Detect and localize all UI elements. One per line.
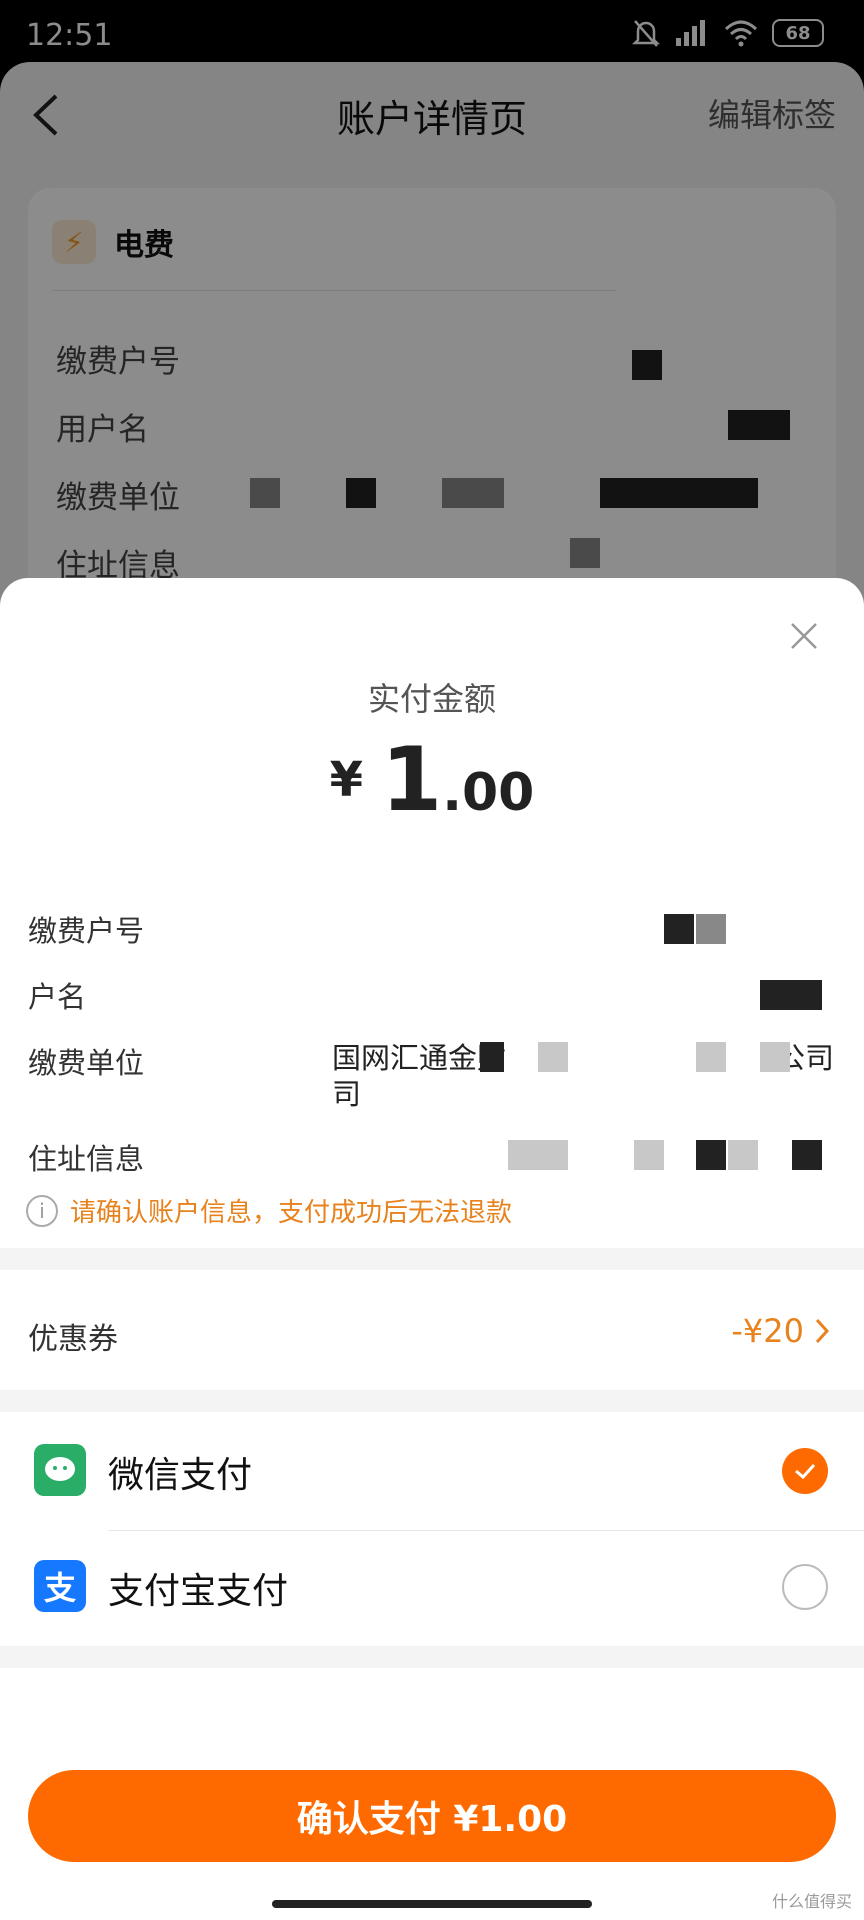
- info-unit-label: 缴费单位: [28, 1046, 145, 1080]
- confirm-pay-button[interactable]: 确认支付 ¥1.00: [28, 1770, 836, 1862]
- home-indicator[interactable]: [272, 1900, 592, 1908]
- chevron-right-icon: [815, 1318, 830, 1344]
- close-icon[interactable]: [786, 618, 822, 654]
- redacted-block: [696, 914, 726, 944]
- redacted-block: [728, 1140, 758, 1170]
- info-unit-value-line2: 司: [332, 1077, 362, 1111]
- redacted-block: [760, 1042, 790, 1072]
- alipay-icon: 支: [34, 1560, 86, 1612]
- redacted-block: [538, 1042, 568, 1072]
- redacted-block: [508, 1140, 568, 1170]
- wechat-pay-label: 微信支付: [108, 1455, 253, 1496]
- info-icon: i: [26, 1194, 58, 1227]
- redacted-block: [634, 1140, 664, 1170]
- amount-integer: 1: [381, 728, 443, 831]
- section-separator: [0, 1248, 864, 1270]
- redacted-block: [480, 1042, 504, 1072]
- wechat-pay-option[interactable]: 微信支付: [0, 1414, 864, 1528]
- alipay-label: 支付宝支付: [108, 1571, 289, 1612]
- payment-sheet: 实付金额 ¥1.00 缴费户号 户名 缴费单位 国网汇通金财 公司 司 住址信息…: [0, 578, 864, 1920]
- redacted-block: [696, 1140, 726, 1170]
- warning-tip: i 请确认账户信息，支付成功后无法退款: [26, 1192, 512, 1229]
- coupon-amount: -¥20: [731, 1312, 804, 1350]
- warning-text: 请确认账户信息，支付成功后无法退款: [70, 1198, 513, 1228]
- pay-amount: ¥1.00: [0, 728, 864, 831]
- info-name-label: 户名: [28, 980, 87, 1014]
- wechat-radio-checked[interactable]: [782, 1448, 828, 1494]
- redacted-block: [664, 914, 694, 944]
- alipay-option[interactable]: 支 支付宝支付: [0, 1530, 864, 1644]
- coupon-value[interactable]: -¥20: [731, 1312, 830, 1350]
- pay-amount-label: 实付金额: [367, 680, 496, 718]
- section-separator: [0, 1646, 864, 1668]
- check-icon: [795, 1463, 816, 1480]
- alipay-radio-unchecked[interactable]: [782, 1564, 828, 1610]
- wechat-icon: [34, 1444, 86, 1496]
- info-account-label: 缴费户号: [28, 914, 145, 948]
- redacted-block: [792, 1140, 822, 1170]
- info-address-label: 住址信息: [28, 1142, 145, 1176]
- currency-symbol: ¥: [329, 752, 364, 808]
- coupon-row[interactable]: 优惠券 -¥20: [0, 1278, 864, 1390]
- redacted-block: [760, 980, 822, 1010]
- redacted-block: [696, 1042, 726, 1072]
- coupon-label: 优惠券: [28, 1322, 118, 1357]
- section-separator: [0, 1390, 864, 1412]
- amount-decimal: .00: [442, 763, 535, 823]
- watermark: 什么值得买: [771, 1892, 852, 1911]
